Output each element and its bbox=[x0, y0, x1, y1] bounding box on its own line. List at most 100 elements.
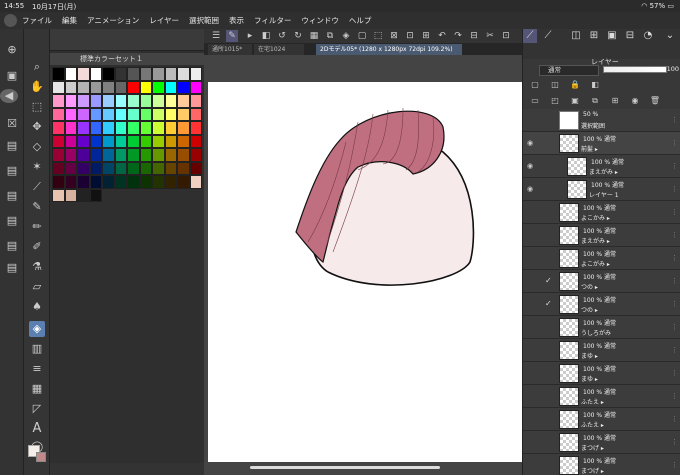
airbrush-tool-icon[interactable]: ⚗ bbox=[29, 259, 45, 275]
color-swatch[interactable] bbox=[127, 67, 140, 81]
color-swatch[interactable] bbox=[152, 134, 165, 148]
color-swatch[interactable] bbox=[164, 121, 177, 135]
color-swatch[interactable] bbox=[177, 107, 190, 121]
color-swatch[interactable] bbox=[77, 80, 90, 94]
export-icon[interactable]: ▤ bbox=[5, 214, 19, 228]
layer-property-icon[interactable]: ◫ bbox=[569, 29, 583, 43]
combine-icon[interactable]: ⊞ bbox=[609, 95, 621, 107]
color-swatch[interactable] bbox=[177, 67, 190, 81]
brush-tool-icon[interactable]: ✐ bbox=[29, 239, 45, 255]
visibility-eye-icon[interactable]: ◉ bbox=[527, 162, 535, 170]
color-swatch[interactable] bbox=[89, 67, 102, 81]
color-swatch[interactable] bbox=[164, 175, 177, 189]
color-swatch[interactable] bbox=[64, 175, 77, 189]
color-swatch[interactable] bbox=[127, 148, 140, 162]
hand-tool-icon[interactable]: ✋ bbox=[29, 79, 45, 95]
zoom-tool-icon[interactable]: ⌕ bbox=[29, 59, 45, 75]
color-swatch[interactable] bbox=[52, 134, 65, 148]
color-swatch[interactable] bbox=[189, 107, 202, 121]
color-swatch[interactable] bbox=[177, 175, 190, 189]
layer-row[interactable]: 100 % 通常 まえがみ ▸ ⋮ bbox=[523, 224, 680, 247]
color-swatch[interactable] bbox=[164, 107, 177, 121]
color-swatch[interactable] bbox=[164, 80, 177, 94]
color-swatch[interactable] bbox=[89, 94, 102, 108]
save-icon[interactable]: ▣ bbox=[5, 69, 19, 83]
layer-row[interactable]: 100 % 通常 まつげ ▸ ⋮ bbox=[523, 431, 680, 454]
eyedropper-icon[interactable]: ⟋ bbox=[29, 179, 45, 195]
color-swatch[interactable] bbox=[152, 175, 165, 189]
new-layer-icon[interactable]: ▭ bbox=[529, 95, 541, 107]
magic-wand-icon[interactable]: ✶ bbox=[29, 159, 45, 175]
color-swatch[interactable] bbox=[77, 175, 90, 189]
blend-mode-select[interactable]: 通常 bbox=[539, 65, 599, 76]
menu-animation[interactable]: アニメーション bbox=[87, 15, 139, 26]
visibility-eye-icon[interactable] bbox=[527, 438, 535, 446]
color-swatch[interactable] bbox=[52, 121, 65, 135]
color-swatch[interactable] bbox=[89, 121, 102, 135]
color-swatch[interactable] bbox=[152, 161, 165, 175]
color-swatch[interactable] bbox=[77, 94, 90, 108]
fill-tool-icon[interactable]: ◈ bbox=[29, 321, 45, 337]
drag-handle-icon[interactable]: ⋮ bbox=[671, 277, 679, 285]
layer-row[interactable]: 100 % 通常 よこかみ ▸ ⋮ bbox=[523, 201, 680, 224]
menu-icon[interactable]: ☰ bbox=[210, 30, 222, 42]
color-swatch[interactable] bbox=[127, 107, 140, 121]
text-tool-icon[interactable]: A bbox=[29, 421, 45, 437]
move-tool-icon[interactable]: ✥ bbox=[29, 119, 45, 135]
color-swatch[interactable] bbox=[114, 121, 127, 135]
color-swatch[interactable] bbox=[127, 175, 140, 189]
expand-icon[interactable]: ⊞ bbox=[420, 30, 432, 42]
color-swatch[interactable] bbox=[139, 67, 152, 81]
color-swatch[interactable] bbox=[114, 134, 127, 148]
drag-handle-icon[interactable]: ⋮ bbox=[671, 323, 679, 331]
color-swatch[interactable] bbox=[189, 175, 202, 189]
menu-view[interactable]: 表示 bbox=[229, 15, 244, 26]
drag-handle-icon[interactable]: ⋮ bbox=[671, 369, 679, 377]
menu-help[interactable]: ヘルプ bbox=[349, 15, 372, 26]
mask-icon[interactable]: ◧ bbox=[589, 79, 601, 91]
drag-handle-icon[interactable]: ⋮ bbox=[671, 461, 679, 469]
mask-layer-icon[interactable]: ◉ bbox=[629, 95, 641, 107]
color-swatch[interactable] bbox=[77, 148, 90, 162]
eraser-tool-icon[interactable]: ◇ bbox=[29, 139, 45, 155]
color-swatch[interactable] bbox=[114, 67, 127, 81]
layer-row[interactable]: 50 % 選択範囲 ⋮ bbox=[523, 109, 680, 132]
select-tool-icon[interactable]: ⬚ bbox=[29, 99, 45, 115]
color-swatch[interactable] bbox=[139, 148, 152, 162]
color-swatch[interactable] bbox=[52, 175, 65, 189]
color-swatch[interactable] bbox=[64, 188, 77, 202]
color-swatch[interactable] bbox=[102, 80, 115, 94]
invert-icon[interactable]: ⊡ bbox=[404, 30, 416, 42]
color-swatch[interactable] bbox=[189, 161, 202, 175]
drag-handle-icon[interactable]: ⋮ bbox=[671, 254, 679, 262]
flip-icon[interactable]: ◧ bbox=[260, 30, 272, 42]
drag-handle-icon[interactable]: ⋮ bbox=[671, 415, 679, 423]
drag-handle-icon[interactable]: ⋮ bbox=[671, 346, 679, 354]
tab-document-3[interactable]: 2Dモデル05* (1280 x 1280px 72dpi 109.2%) bbox=[316, 44, 462, 55]
redo-icon[interactable]: ↻ bbox=[292, 30, 304, 42]
visibility-eye-icon[interactable] bbox=[527, 369, 535, 377]
layer-icon[interactable]: ⧉ bbox=[324, 30, 336, 42]
color-swatch[interactable] bbox=[164, 148, 177, 162]
drag-handle-icon[interactable]: ⋮ bbox=[671, 438, 679, 446]
opacity-value[interactable]: 100 bbox=[657, 65, 679, 73]
transform-icon[interactable]: ⬚ bbox=[372, 30, 384, 42]
nav-icon[interactable]: ▸ bbox=[244, 30, 256, 42]
visibility-eye-icon[interactable] bbox=[527, 277, 535, 285]
color-swatch[interactable] bbox=[177, 148, 190, 162]
color-swatch[interactable] bbox=[102, 148, 115, 162]
color-swatch[interactable] bbox=[152, 67, 165, 81]
palette-tabs[interactable] bbox=[50, 29, 204, 51]
color-swatch[interactable] bbox=[114, 107, 127, 121]
layer-row[interactable]: ✓ 100 % 通常 つの ▸ ⋮ bbox=[523, 270, 680, 293]
color-swatch[interactable] bbox=[177, 80, 190, 94]
undo2-icon[interactable]: ↶ bbox=[436, 30, 448, 42]
color-swatch[interactable] bbox=[127, 94, 140, 108]
color-swatch[interactable] bbox=[139, 107, 152, 121]
visibility-eye-icon[interactable] bbox=[527, 231, 535, 239]
color-swatch[interactable] bbox=[152, 121, 165, 135]
layer-row[interactable]: 100 % 通常 まゆ ▸ ⋮ bbox=[523, 339, 680, 362]
layer-row[interactable]: ◉ 100 % 通常 前髪 ▸ ⋮ bbox=[523, 132, 680, 155]
color-swatch[interactable] bbox=[64, 148, 77, 162]
color-swatch[interactable] bbox=[114, 161, 127, 175]
